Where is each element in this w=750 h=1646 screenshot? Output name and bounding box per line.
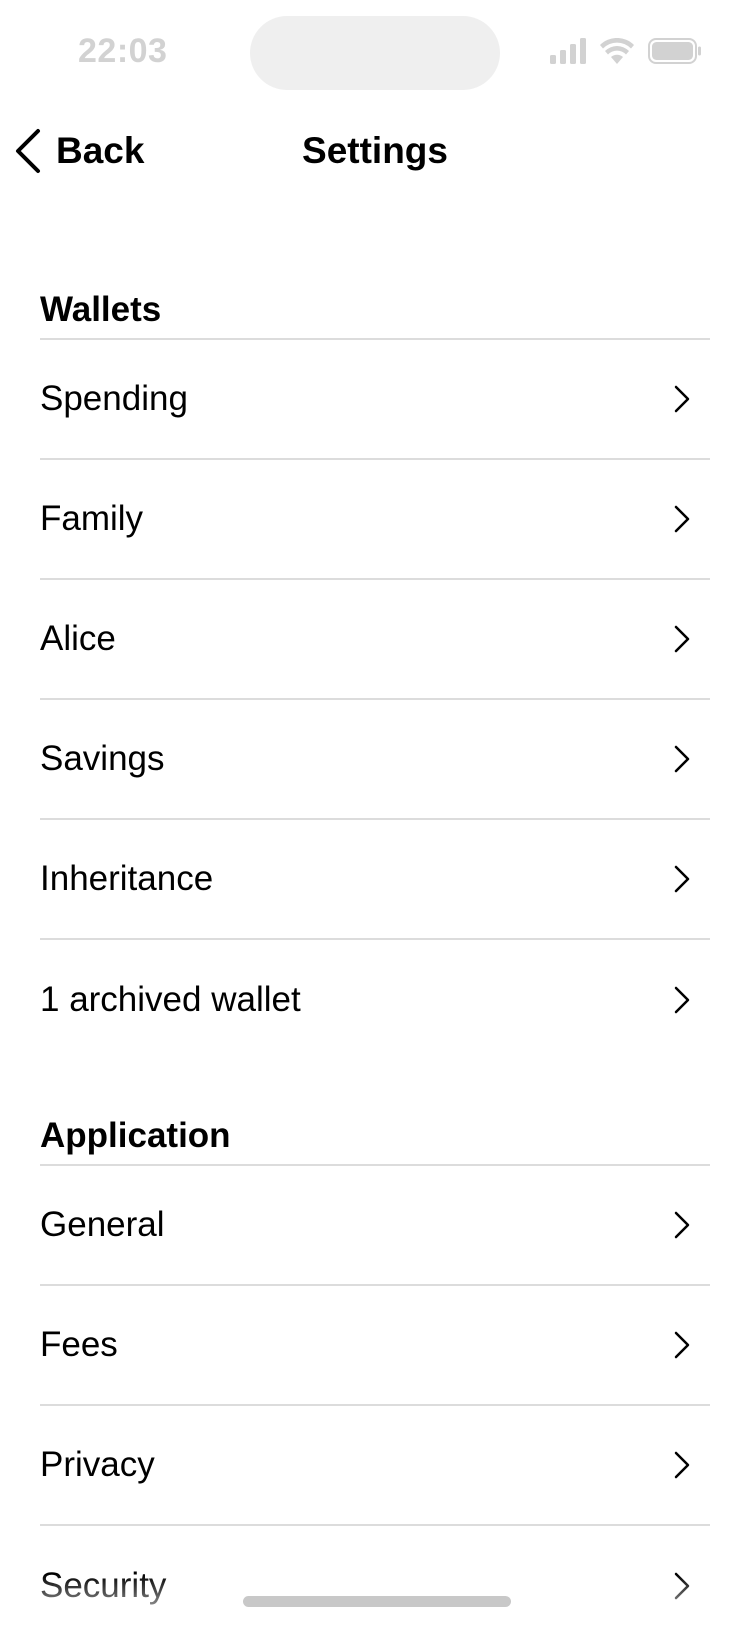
- wallet-row-inheritance[interactable]: Inheritance: [40, 820, 710, 940]
- app-row-privacy[interactable]: Privacy: [40, 1406, 710, 1526]
- row-label: Fees: [40, 1325, 118, 1364]
- chevron-right-icon: [674, 1451, 690, 1479]
- status-time: 22:03: [78, 32, 168, 70]
- app-row-fees[interactable]: Fees: [40, 1286, 710, 1406]
- wallets-section: Wallets Spending Family Alice Savings In…: [40, 282, 710, 1060]
- chevron-right-icon: [674, 1211, 690, 1239]
- row-label: Family: [40, 499, 144, 538]
- cellular-signal-icon: [550, 38, 586, 69]
- chevron-right-icon: [674, 865, 690, 893]
- chevron-right-icon: [674, 986, 690, 1014]
- row-label: Savings: [40, 739, 165, 778]
- row-label: Alice: [40, 619, 116, 658]
- row-label: 1 archived wallet: [40, 980, 301, 1019]
- row-label: General: [40, 1205, 165, 1244]
- status-bar: 22:03: [0, 0, 750, 106]
- row-label: Inheritance: [40, 859, 214, 898]
- row-label: Security: [40, 1566, 167, 1605]
- wallet-row-archived[interactable]: 1 archived wallet: [40, 940, 710, 1060]
- wifi-icon: [600, 37, 634, 69]
- app-row-general[interactable]: General: [40, 1166, 710, 1286]
- dynamic-island: [250, 16, 500, 90]
- row-label: Privacy: [40, 1445, 155, 1484]
- status-icons: [550, 37, 702, 69]
- page-title: Settings: [302, 130, 448, 171]
- settings-list: Wallets Spending Family Alice Savings In…: [40, 200, 710, 1646]
- chevron-right-icon: [674, 745, 690, 773]
- home-indicator[interactable]: [243, 1596, 511, 1607]
- wallet-row-alice[interactable]: Alice: [40, 580, 710, 700]
- wallet-row-family[interactable]: Family: [40, 460, 710, 580]
- chevron-right-icon: [674, 625, 690, 653]
- section-header-application: Application: [40, 1108, 710, 1166]
- chevron-right-icon: [674, 1331, 690, 1359]
- wallet-row-spending[interactable]: Spending: [40, 340, 710, 460]
- chevron-right-icon: [674, 385, 690, 413]
- battery-icon: [648, 38, 702, 69]
- chevron-right-icon: [674, 505, 690, 533]
- section-header-wallets: Wallets: [40, 282, 710, 340]
- row-label: Spending: [40, 379, 188, 418]
- app-row-security[interactable]: Security: [40, 1526, 710, 1646]
- application-section: Application General Fees Privacy Securit…: [40, 1108, 710, 1646]
- chevron-right-icon: [674, 1572, 690, 1600]
- wallet-row-savings[interactable]: Savings: [40, 700, 710, 820]
- navigation-bar: Back Settings: [0, 106, 750, 200]
